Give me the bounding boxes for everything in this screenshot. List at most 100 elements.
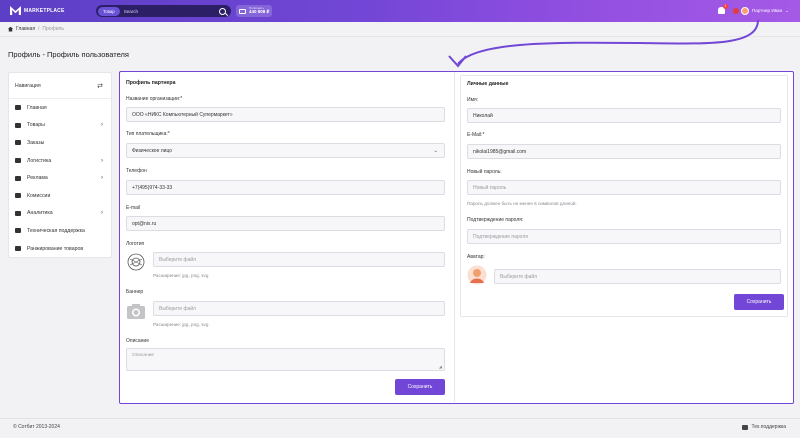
confirm-password-label: Подтверждение пароля:: [467, 217, 524, 223]
sidebar-item-logistics[interactable]: Логистика ›: [9, 152, 111, 170]
commission-icon: [15, 193, 21, 199]
page-title: Профиль - Профиль пользователя: [8, 50, 129, 59]
sidebar-item-commissions[interactable]: Комиссии: [9, 187, 111, 205]
breadcrumb-current: Профиль: [42, 26, 65, 32]
description-label: Описание: [126, 338, 150, 344]
sidebar-item-analytics[interactable]: Аналитика ›: [9, 205, 111, 223]
chevron-right-icon: ›: [101, 157, 103, 164]
sidebar-header: Навигация ⇄: [9, 73, 111, 99]
logo-icon: [10, 6, 21, 15]
new-password-input[interactable]: Новый пароль: [467, 180, 781, 195]
avatar-file-input[interactable]: Выберите файл: [494, 269, 781, 284]
breadcrumb-home[interactable]: Главная: [16, 26, 35, 32]
logo[interactable]: MARKETPLACE: [10, 6, 65, 15]
home-icon: [15, 105, 21, 111]
banner-file-input[interactable]: Выберите файл: [153, 301, 445, 316]
sidebar-item-label: Реклама: [27, 175, 48, 182]
avatar-preview: [467, 265, 487, 285]
user-name[interactable]: Партнер Иван: [752, 8, 782, 13]
wallet-amount: 440 808 ₽: [249, 9, 270, 15]
personal-section-title: Личные данные: [467, 81, 509, 87]
breadcrumb: Главная / Профиль: [8, 26, 64, 32]
wallet-button[interactable]: Пополнить 440 808 ₽: [236, 5, 272, 17]
sidebar-title: Навигация: [15, 82, 41, 89]
org-label: Название организации:*: [126, 96, 183, 102]
description-placeholder: Описание: [132, 353, 155, 358]
sidebar-item-home[interactable]: Главная: [9, 99, 111, 117]
swap-icon[interactable]: ⇄: [97, 82, 103, 90]
org-name-input[interactable]: ООО «НИКС Компьютерный Супермаркет»: [126, 107, 445, 122]
logo-hint: Расширение: jpg, png, svg: [153, 273, 209, 278]
logo-file-input[interactable]: Выберите файл: [153, 252, 445, 267]
column-divider: [454, 72, 455, 402]
personal-save-button[interactable]: Сохранить: [734, 294, 784, 310]
partner-section-title: Профиль партнера: [126, 80, 176, 86]
chevron-right-icon: ›: [101, 210, 103, 217]
user-avatar[interactable]: [741, 7, 749, 15]
ranking-icon: [15, 246, 21, 252]
footer-divider: [0, 418, 800, 419]
notification-badge: 1: [723, 4, 728, 9]
resize-handle-icon[interactable]: ◢: [439, 364, 442, 369]
confirm-password-input[interactable]: Подтверждение пароля: [467, 229, 781, 244]
megaphone-icon: [15, 175, 21, 181]
avatar-label: Аватар:: [467, 254, 485, 260]
name-label: Имя:: [467, 97, 479, 103]
sidebar-item-products[interactable]: Товары ›: [9, 117, 111, 135]
chevron-down-icon[interactable]: ⌄: [785, 8, 789, 14]
sidebar-item-ads[interactable]: Реклама ›: [9, 169, 111, 187]
sidebar-item-label: Товары: [27, 122, 45, 129]
sidebar: Навигация ⇄ Главная Товары › Заказы Логи…: [8, 72, 112, 258]
search-bar: Товар: [96, 5, 231, 17]
sidebar-item-label: Комиссии: [27, 192, 51, 199]
profile-panel: Профиль партнера Название организации:* …: [119, 71, 794, 404]
payer-type-select[interactable]: Физическое лицо ⌄: [126, 143, 445, 158]
copyright: © Сотбит 2013-2024: [13, 424, 60, 430]
phone-input[interactable]: +7(495)974-33-33: [126, 180, 445, 195]
email-label: E-mail: [126, 205, 141, 211]
chevron-down-icon: ⌄: [433, 147, 438, 154]
partner-save-button[interactable]: Сохранить: [395, 379, 445, 395]
support-link[interactable]: Тех.поддержка: [742, 424, 786, 430]
home-icon[interactable]: [8, 26, 13, 32]
cart-icon: [15, 140, 21, 146]
description-textarea[interactable]: Описание ◢: [126, 348, 445, 371]
breadcrumb-separator: /: [38, 26, 40, 32]
logo-text: MARKETPLACE: [24, 7, 65, 14]
personal-email-input[interactable]: nikolai1985@gmail.com: [467, 144, 781, 159]
personal-email-label: E-Mail:*: [467, 132, 485, 138]
sidebar-item-label: Аналитика: [27, 210, 53, 217]
logo-preview-icon: [127, 253, 145, 271]
sidebar-item-label: Заказы: [27, 139, 45, 146]
support-icon: [742, 424, 749, 430]
sidebar-item-label: Техническая поддержка: [27, 227, 85, 234]
flag-icon[interactable]: [733, 8, 739, 14]
sidebar-item-ranking[interactable]: Ранжирование товаров: [9, 240, 111, 258]
logo-label: Логотип: [126, 241, 145, 247]
search-icon[interactable]: [219, 7, 226, 15]
search-category-select[interactable]: Товар: [98, 6, 120, 16]
sidebar-item-support[interactable]: Техническая поддержка: [9, 222, 111, 240]
wallet-icon: [239, 8, 246, 14]
box-icon: [15, 122, 21, 128]
password-hint: Пароль должен быть не менее 6 символов д…: [467, 201, 577, 206]
annotation-arrow-icon: [448, 19, 759, 68]
email-input[interactable]: opt@nix.ru: [126, 216, 445, 231]
new-password-label: Новый пароль:: [467, 169, 502, 175]
personal-data-card: Личные данные Имя: Николай E-Mail:* niko…: [460, 75, 788, 317]
camera-icon: [127, 304, 145, 319]
name-input[interactable]: Николай: [467, 108, 781, 123]
sidebar-item-label: Главная: [27, 104, 47, 111]
payer-type-label: Тип плательщика:*: [126, 131, 170, 137]
chevron-right-icon: ›: [101, 175, 103, 182]
search-input[interactable]: [123, 8, 219, 14]
banner-label: Баннер: [126, 289, 144, 295]
sidebar-item-orders[interactable]: Заказы: [9, 134, 111, 152]
sidebar-item-label: Логистика: [27, 157, 52, 164]
chevron-right-icon: ›: [101, 122, 103, 129]
chart-icon: [15, 210, 21, 216]
logistics-icon: [15, 158, 21, 164]
phone-label: Телефон: [126, 168, 147, 174]
support-label: Тех.поддержка: [751, 424, 786, 430]
sidebar-item-label: Ранжирование товаров: [27, 245, 84, 252]
